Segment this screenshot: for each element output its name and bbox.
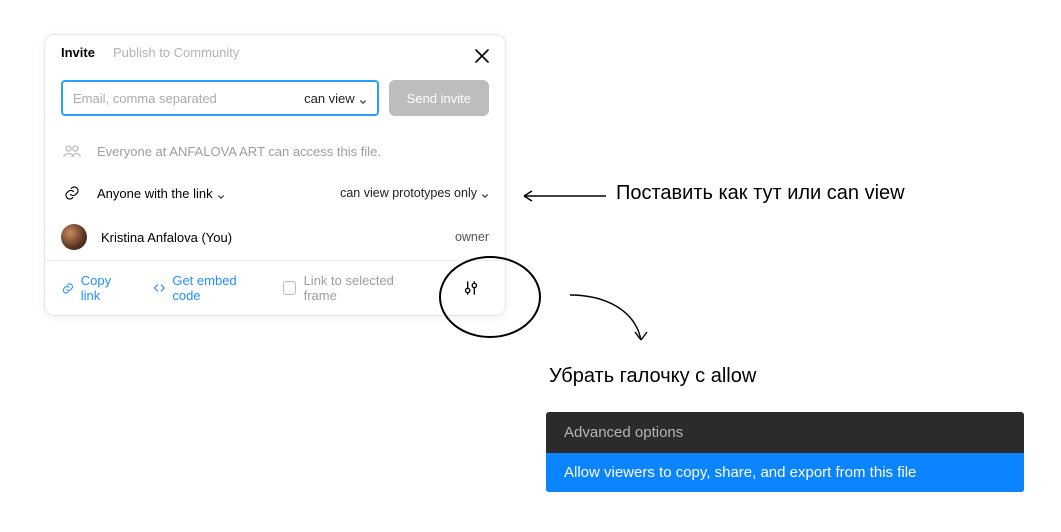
invite-permission-label: can view	[304, 91, 355, 106]
annotation-text-2: Убрать галочку с allow	[549, 365, 756, 388]
email-field[interactable]: Email, comma separated can view	[61, 80, 379, 116]
checkbox-icon	[283, 281, 296, 295]
invite-row: Email, comma separated can view Send inv…	[45, 70, 505, 130]
link-permission-label: can view prototypes only	[340, 186, 477, 200]
owner-role: owner	[455, 230, 489, 244]
avatar	[61, 224, 87, 250]
link-selected-frame-toggle[interactable]: Link to selected frame	[283, 273, 421, 303]
dialog-footer: Copy link Get embed code Link to selecte…	[45, 260, 505, 315]
link-access-row: Anyone with the link can view prototypes…	[45, 172, 505, 214]
link-icon	[61, 182, 83, 204]
annotation-arrow-1	[518, 186, 608, 206]
advanced-options-menu: Advanced options Allow viewers to copy, …	[546, 412, 1024, 492]
dialog-tabs: Invite Publish to Community	[45, 35, 505, 70]
sliders-icon	[461, 278, 481, 298]
invite-permission-select[interactable]: can view	[304, 91, 367, 106]
link-access-select[interactable]: Anyone with the link	[97, 186, 326, 201]
close-icon[interactable]	[473, 47, 491, 65]
email-placeholder: Email, comma separated	[73, 91, 217, 106]
share-settings-button[interactable]	[452, 274, 489, 302]
org-access-row: Everyone at ANFALOVA ART can access this…	[45, 130, 505, 172]
tab-publish[interactable]: Publish to Community	[113, 45, 239, 60]
owner-row: Kristina Anfalova (You) owner	[45, 214, 505, 260]
people-icon	[61, 140, 83, 162]
owner-name: Kristina Anfalova (You)	[101, 230, 441, 245]
allow-viewers-copy-option[interactable]: Allow viewers to copy, share, and export…	[546, 453, 1024, 492]
send-invite-button[interactable]: Send invite	[389, 80, 489, 116]
annotation-text-1: Поставить как тут или can view	[616, 182, 905, 205]
org-access-text: Everyone at ANFALOVA ART can access this…	[97, 144, 489, 159]
chevron-down-icon	[359, 94, 367, 102]
chevron-down-icon	[481, 189, 489, 197]
get-embed-label: Get embed code	[172, 273, 260, 303]
annotation-arrow-2	[565, 290, 655, 350]
chevron-down-icon	[217, 189, 225, 197]
copy-link-label: Copy link	[81, 273, 130, 303]
share-dialog: Invite Publish to Community Email, comma…	[44, 34, 506, 316]
link-selected-frame-label: Link to selected frame	[304, 273, 421, 303]
link-permission-select[interactable]: can view prototypes only	[340, 186, 489, 200]
tab-invite[interactable]: Invite	[61, 45, 95, 60]
link-access-label: Anyone with the link	[97, 186, 213, 201]
copy-link-button[interactable]: Copy link	[61, 273, 130, 303]
advanced-options-header: Advanced options	[546, 412, 1024, 453]
get-embed-button[interactable]: Get embed code	[152, 273, 261, 303]
